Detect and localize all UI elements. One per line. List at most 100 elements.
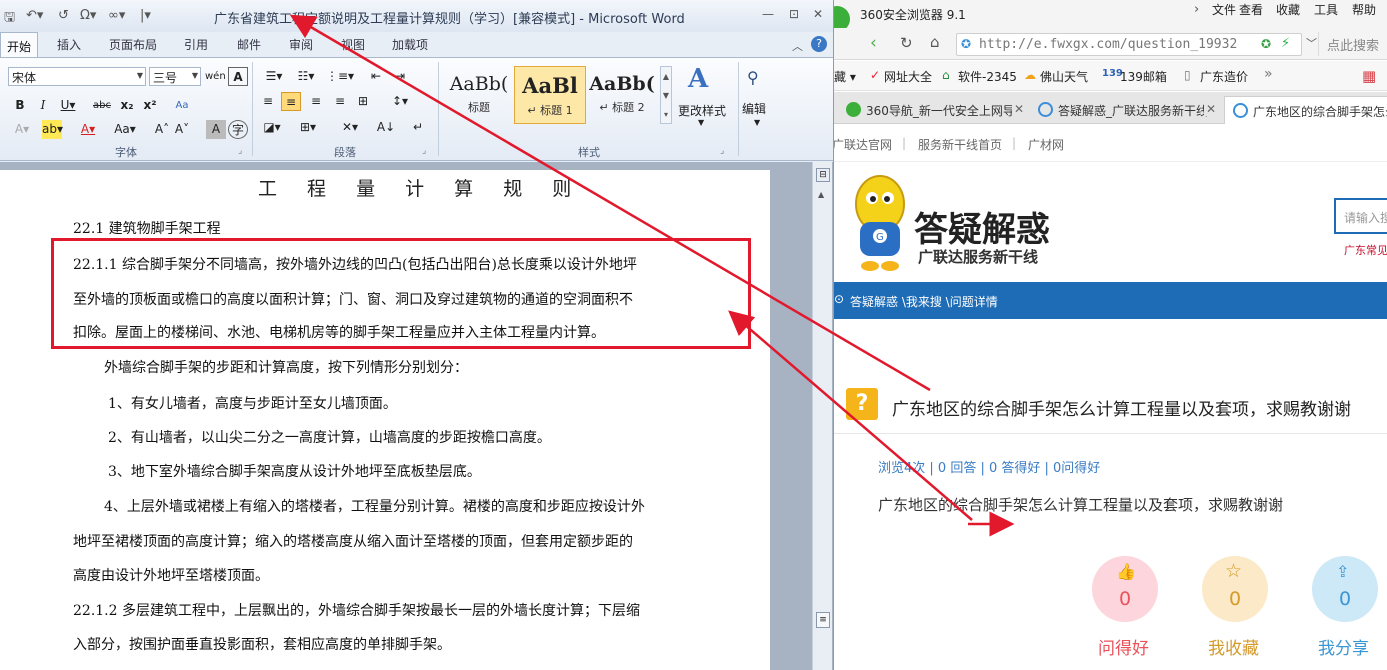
shading-button[interactable]: ◪▾ <box>258 118 286 137</box>
tab-addins[interactable]: 加载项 <box>392 36 428 53</box>
bookmark-gd-cost[interactable]: 广东造价 <box>1200 68 1248 85</box>
text-effect-button[interactable]: A▾ <box>12 120 32 139</box>
collapse-ribbon-icon[interactable]: ︿ <box>792 38 803 54</box>
share-button[interactable]: ⇪ 0 <box>1312 556 1378 622</box>
close-tab-icon[interactable]: ✕ <box>1011 102 1024 116</box>
bookmark-site-nav[interactable]: 网址大全 <box>884 68 932 85</box>
ask-good-button[interactable]: 👍 0 <box>1092 556 1158 622</box>
tab-page-layout[interactable]: 页面布局 <box>109 36 157 53</box>
minimize-button[interactable]: — <box>758 7 778 23</box>
distribute-button[interactable]: ⊞ <box>353 92 373 111</box>
help-icon[interactable]: ? <box>811 36 827 52</box>
font-name-select[interactable]: 宋体 ▼ <box>8 67 146 86</box>
browser-tab-active[interactable]: 广东地区的综合脚手架怎么 <box>1224 96 1387 124</box>
numbering-button[interactable]: ☷▾ <box>292 67 320 86</box>
scrollbar-thumb[interactable]: ≡ <box>816 612 830 628</box>
underline-button[interactable]: U▾ <box>58 96 78 115</box>
font-color-button[interactable]: A▾ <box>78 120 98 139</box>
paragraph-dialog-launcher-icon[interactable]: ⌟ <box>422 146 426 156</box>
menu-tools[interactable]: 工具 <box>1314 1 1338 18</box>
change-styles-icon[interactable]: A <box>688 64 708 94</box>
scroll-up-icon[interactable]: ▲ <box>818 190 824 199</box>
chinese-layout-button[interactable]: ✕▾ <box>336 118 364 137</box>
tab-mailings[interactable]: 邮件 <box>237 36 261 53</box>
undo-icon[interactable]: ↶▾ <box>26 8 43 23</box>
redo-icon[interactable]: ↺ <box>58 8 69 23</box>
more-bookmarks-icon[interactable]: » <box>1264 66 1273 82</box>
apps-grid-icon[interactable]: ▦ <box>1362 67 1376 85</box>
strikethrough-button[interactable]: abc <box>92 96 112 115</box>
collect-button[interactable]: ☆ 0 <box>1202 556 1268 622</box>
tab-view[interactable]: 视图 <box>341 36 365 53</box>
close-tab-icon[interactable]: ✕ <box>1203 102 1216 116</box>
share-label[interactable]: 我分享 <box>1318 634 1369 659</box>
style-title[interactable]: AaBb( 标题 <box>443 66 515 124</box>
bookmark-weather[interactable]: 佛山天气 <box>1040 68 1088 85</box>
editing-button[interactable]: 编辑 <box>742 100 766 117</box>
highlight-color-button[interactable]: ab▾ <box>42 120 63 139</box>
borders-button[interactable]: ⊞▾ <box>294 118 322 137</box>
tab-references[interactable]: 引用 <box>184 36 208 53</box>
decrease-indent-button[interactable]: ⇤ <box>366 67 386 86</box>
browser-tab[interactable]: 360导航_新一代安全上网导 ✕ <box>838 96 1028 124</box>
breadcrumb[interactable]: 答疑解惑 \我来搜 \问题详情 <box>850 293 998 310</box>
styles-dialog-launcher-icon[interactable]: ⌟ <box>720 146 724 156</box>
address-dropdown-icon[interactable]: ﹀ <box>1306 35 1317 51</box>
show-marks-button[interactable]: ↵ <box>408 118 428 137</box>
refresh-icon[interactable]: ↻ <box>900 34 913 52</box>
change-styles-button[interactable]: 更改样式 <box>678 102 726 119</box>
menu-view[interactable]: 查看 <box>1239 1 1263 18</box>
superscript-button[interactable]: x² <box>140 96 160 115</box>
menu-favorites[interactable]: 收藏 <box>1276 1 1300 18</box>
bookmark-favorites[interactable]: 藏 ▾ <box>834 68 856 85</box>
enclose-char-button[interactable]: 字 <box>228 120 248 139</box>
browser-search-input[interactable]: 点此搜索 <box>1318 32 1387 56</box>
italic-button[interactable]: I <box>33 96 53 115</box>
save-icon[interactable]: 🖫 <box>4 8 15 30</box>
maximize-button[interactable]: ⊡ <box>784 7 804 23</box>
back-icon[interactable]: ‹ <box>870 33 877 53</box>
multilevel-list-button[interactable]: ⋮≡▾ <box>326 67 354 86</box>
style-heading-2[interactable]: AaBb( ↵ 标题 2 <box>586 66 658 124</box>
link-glodon-home[interactable]: 广联达官网 <box>834 136 892 153</box>
style-heading-1[interactable]: AaBl ↵ 标题 1 <box>514 66 586 124</box>
site-search-input[interactable]: 请输入搜 <box>1334 198 1387 234</box>
font-size-select[interactable]: 三号 ▼ <box>149 67 201 86</box>
find-icon[interactable]: ⚲ <box>747 68 759 87</box>
align-right-button[interactable]: ≡ <box>306 92 326 111</box>
menu-chevron-icon[interactable]: › <box>1194 2 1199 17</box>
link-material-net[interactable]: 广材网 <box>1028 136 1064 153</box>
ask-good-label[interactable]: 问得好 <box>1098 634 1149 659</box>
vertical-scrollbar[interactable]: ⊟ ▲ ≡ <box>812 162 832 670</box>
bookmark-2345[interactable]: 软件-2345 <box>958 68 1017 85</box>
subscript-button[interactable]: x₂ <box>117 96 137 115</box>
char-border-button[interactable]: A <box>228 67 248 86</box>
styles-gallery-scroll[interactable]: ▲ ▼ ▾ <box>660 66 672 124</box>
ruler-toggle-icon[interactable]: ⊟ <box>816 168 830 182</box>
bullets-button[interactable]: ☰▾ <box>260 67 288 86</box>
sort-button[interactable]: A↓ <box>374 118 398 137</box>
shrink-font-button[interactable]: A˅ <box>172 120 192 139</box>
change-case-button[interactable]: Aa▾ <box>112 120 138 139</box>
tab-review[interactable]: 审阅 <box>289 36 313 53</box>
home-icon[interactable]: ⌂ <box>930 33 940 51</box>
justify-button[interactable]: ≡ <box>330 92 350 111</box>
site-search-hint[interactable]: 广东常见 <box>1344 242 1387 258</box>
char-shading-button[interactable]: A <box>206 120 226 139</box>
tab-home[interactable]: 开始 <box>0 32 39 58</box>
clear-format-button[interactable]: Aa <box>172 96 192 115</box>
line-spacing-button[interactable]: ↕▾ <box>386 92 414 111</box>
menu-file[interactable]: 文件 <box>1212 1 1236 18</box>
close-button[interactable]: ✕ <box>808 7 828 23</box>
align-left-button[interactable]: ≡ <box>258 92 278 111</box>
collect-label[interactable]: 我收藏 <box>1208 634 1259 659</box>
symbol-icon[interactable]: Ω▾ <box>80 8 96 23</box>
address-bar[interactable]: ✪ http://e.fwxgx.com/question_19932 ✪ ⚡ <box>956 33 1302 56</box>
customize-qat-icon[interactable]: |▾ <box>140 8 151 23</box>
increase-indent-button[interactable]: ⇥ <box>390 67 410 86</box>
tab-insert[interactable]: 插入 <box>57 36 81 53</box>
bookmark-139-mail[interactable]: 139邮箱 <box>1120 68 1167 85</box>
link-service-home[interactable]: 服务新干线首页 <box>918 136 1002 153</box>
font-dialog-launcher-icon[interactable]: ⌟ <box>238 146 242 156</box>
align-center-button[interactable]: ≡ <box>281 92 301 111</box>
